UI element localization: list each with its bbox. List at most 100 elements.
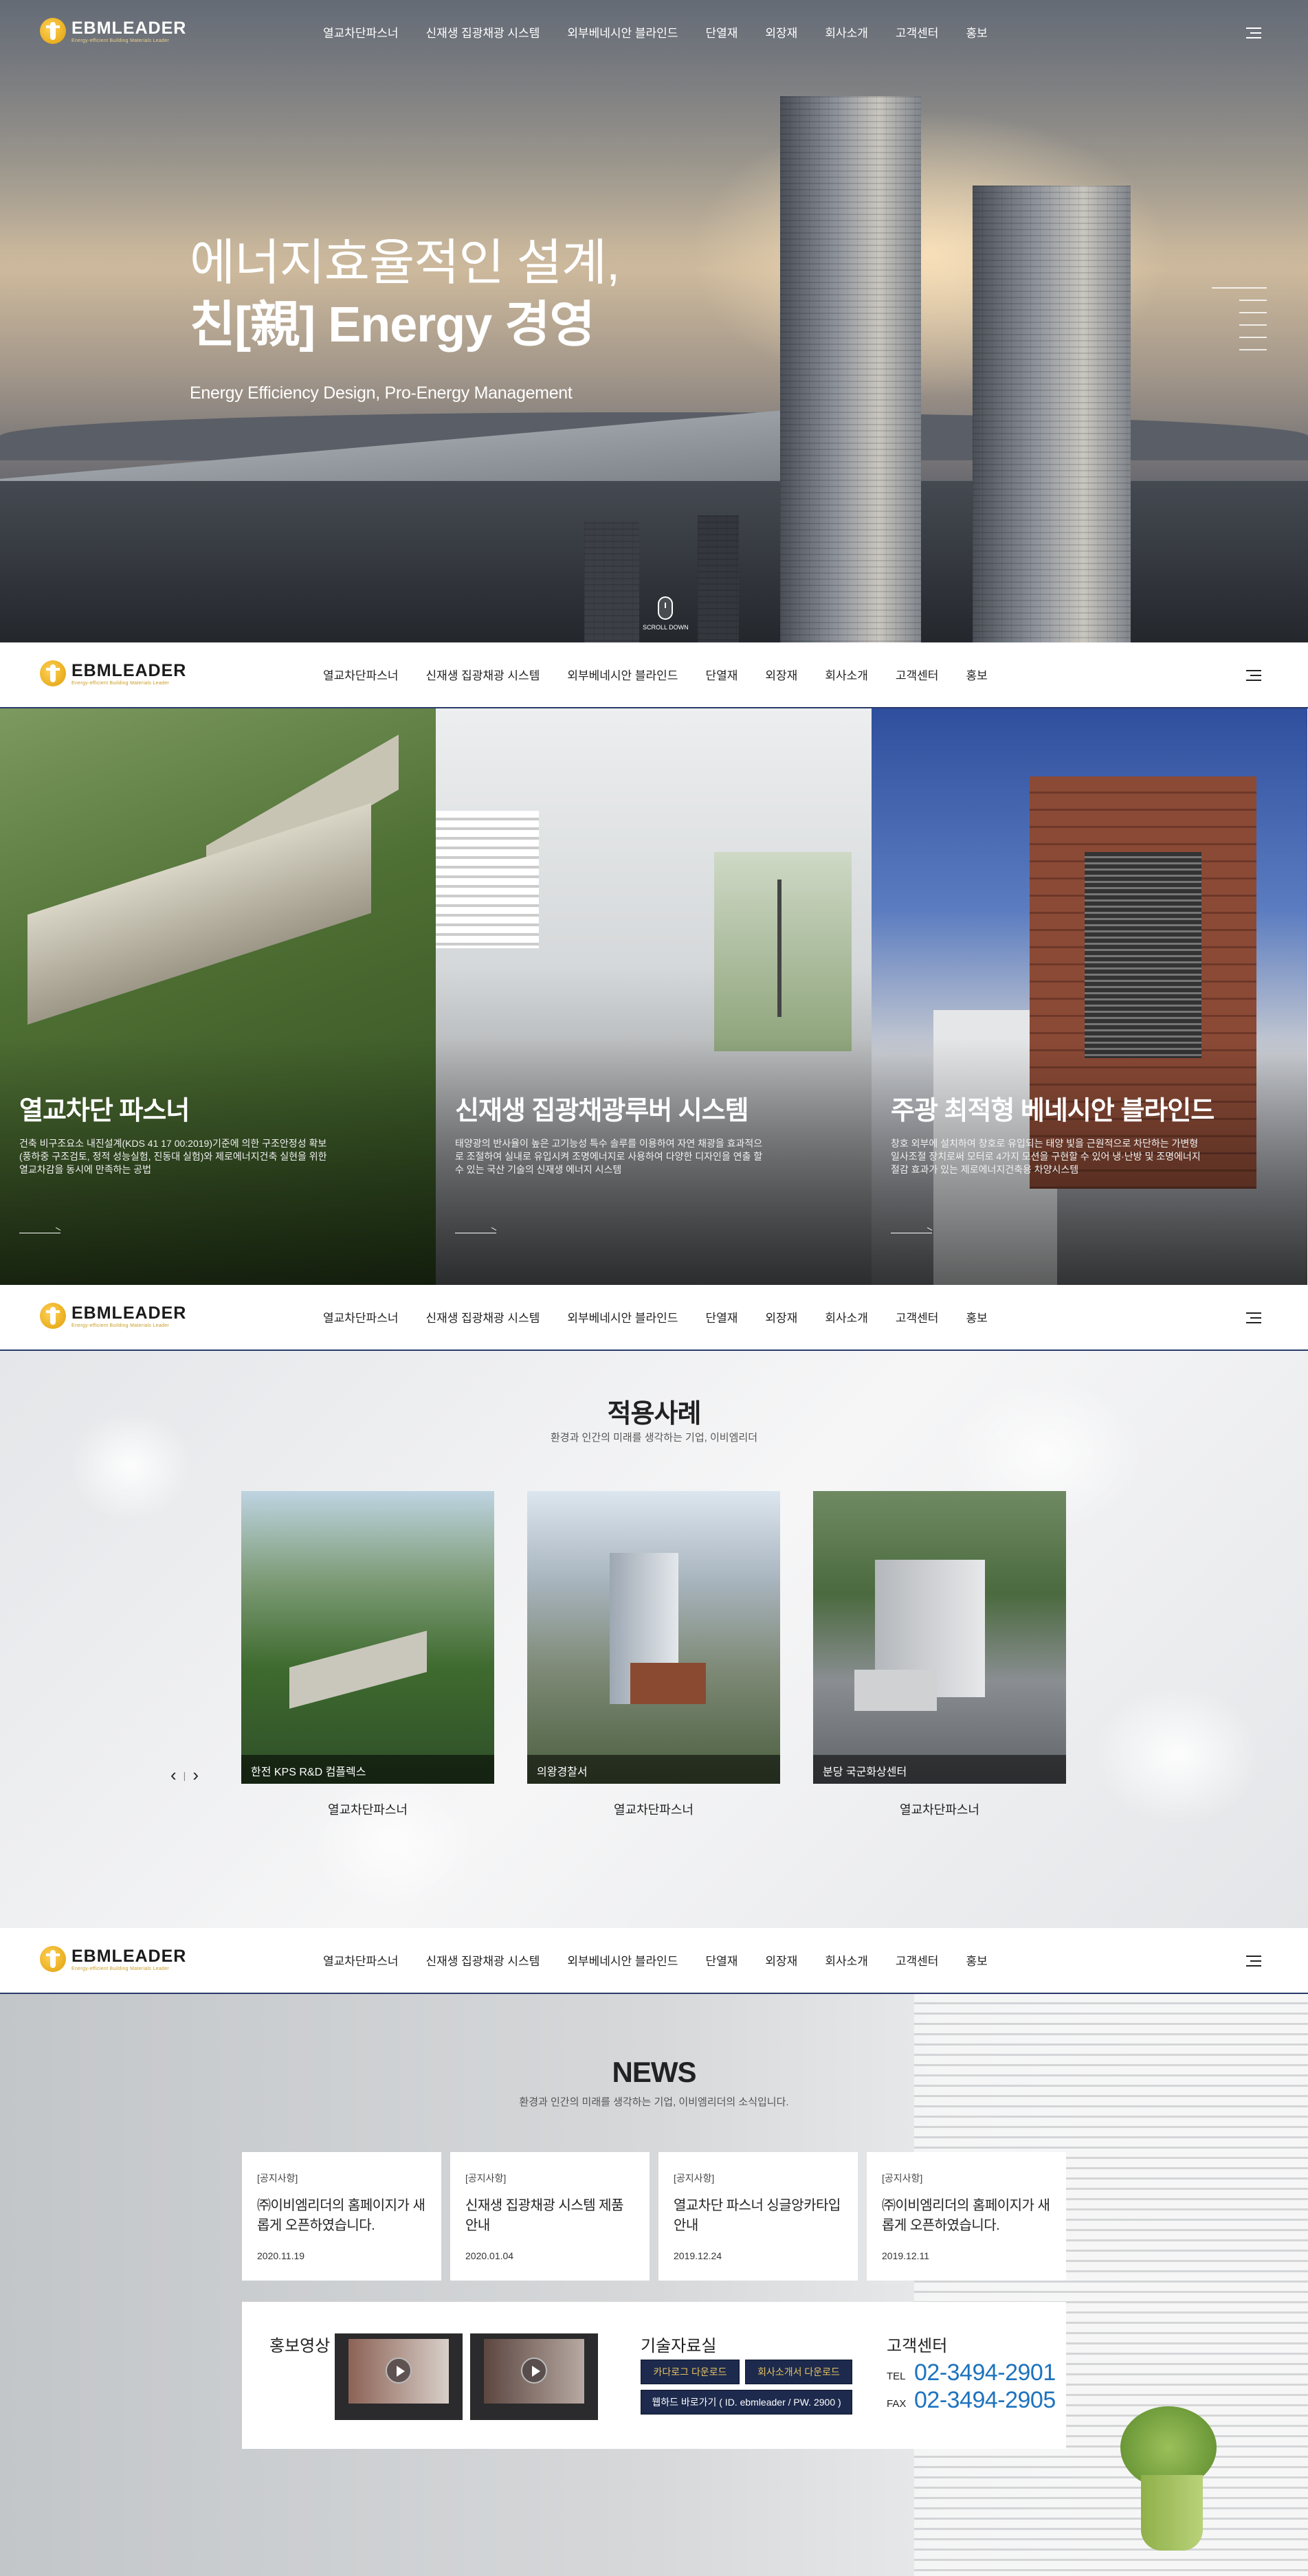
case-image — [527, 1491, 780, 1784]
section-subtitle: 환경과 인간의 미래를 생각하는 기업, 이비엠리더의 소식입니다. — [519, 2096, 789, 2108]
news-card[interactable]: [공지사항] ㈜이비엠리더의 홈페이지가 새롭게 오픈하였습니다. 2020.1… — [242, 2152, 441, 2281]
main-menu: 열교차단파스너 신재생 집광채광 시스템 외부베네시안 블라인드 단열재 외장재… — [323, 1951, 1015, 1969]
case-card[interactable]: 한전 KPS R&D 컴플렉스 열교차단파스너 — [241, 1491, 494, 1817]
news-card[interactable]: [공지사항] 신재생 집광채광 시스템 제품 안내 2020.01.04 — [450, 2152, 650, 2281]
hero-title-line2: 친[親] Energy 경영 — [190, 298, 595, 352]
product-image — [436, 811, 539, 948]
section-title: NEWS — [612, 2056, 697, 2088]
logo-name: EBMLEADER — [71, 661, 187, 680]
main-menu: 열교차단파스너 신재생 집광채광 시스템 외부베네시안 블라인드 단열재 외장재… — [323, 1308, 1015, 1325]
product-title: 주광 최적형 베네시안 블라인드 — [891, 1097, 1215, 1125]
menu-item-fastener[interactable]: 열교차단파스너 — [323, 1951, 398, 1969]
menu-item-venetian-blind[interactable]: 외부베네시안 블라인드 — [567, 1951, 678, 1969]
product-panel-fastener[interactable]: 열교차단 파스너 건축 비구조요소 내진설계(KDS 41 17 00:2019… — [0, 708, 436, 1285]
news-title: 열교차단 파스너 싱글앙카타입안내 — [674, 2198, 841, 2233]
menu-item-venetian-blind[interactable]: 외부베네시안 블라인드 — [567, 1308, 678, 1325]
menu-item-insulation[interactable]: 단열재 — [705, 1951, 738, 1969]
menu-item-exterior[interactable]: 외장재 — [765, 1308, 797, 1325]
company-profile-download-button[interactable]: 회사소개서 다운로드 — [745, 2360, 852, 2384]
menu-item-exterior[interactable]: 외장재 — [765, 666, 797, 683]
menu-item-support[interactable]: 고객센터 — [896, 1951, 939, 1969]
menu-item-pr[interactable]: 홍보 — [966, 1951, 987, 1969]
hero-section: 에너지효율적인 설계, 친[親] Energy 경영 Energy Effici… — [0, 0, 1308, 642]
case-card[interactable]: 의왕경찰서 열교차단파스너 — [527, 1491, 780, 1817]
menu-item-fastener[interactable]: 열교차단파스너 — [323, 666, 398, 683]
scroll-down[interactable]: SCROLL DOWN — [643, 596, 689, 631]
menu-item-exterior[interactable]: 외장재 — [765, 1951, 797, 1969]
news-title: 신재생 집광채광 시스템 제품 안내 — [465, 2198, 623, 2233]
mouse-icon — [658, 596, 674, 620]
fax-label: FAX — [887, 2398, 907, 2410]
arrow-right-icon[interactable] — [19, 1229, 60, 1237]
logo-tagline: Energy-efficient Building Materials Lead… — [71, 681, 170, 686]
logo[interactable]: EBMLEADER Energy-efficient Building Mate… — [40, 18, 186, 44]
menu-item-company[interactable]: 회사소개 — [825, 1951, 868, 1969]
prev-arrow-icon[interactable]: ‹ — [170, 1765, 177, 1786]
menu-icon[interactable] — [1246, 1312, 1261, 1323]
hero-subtitle: Energy Efficiency Design, Pro-Energy Man… — [190, 383, 573, 403]
menu-item-insulation[interactable]: 단열재 — [705, 23, 738, 41]
case-category: 열교차단파스너 — [614, 1803, 694, 1817]
logo[interactable]: EBMLEADER Energy-efficient Building Mate… — [40, 1303, 186, 1329]
logo-name: EBMLEADER — [71, 19, 187, 38]
menu-item-insulation[interactable]: 단열재 — [705, 1308, 738, 1325]
carousel-controls: ‹ | › — [170, 1765, 199, 1786]
sticky-nav: EBMLEADER Energy-efficient Building Mate… — [0, 642, 1308, 708]
sticky-nav: EBMLEADER Energy-efficient Building Mate… — [0, 1928, 1308, 1994]
tel-number[interactable]: 02-3494-2901 — [914, 2360, 1056, 2386]
play-icon — [386, 2357, 412, 2384]
logo-tagline: Energy-efficient Building Materials Lead… — [71, 38, 170, 43]
arrow-right-icon[interactable] — [891, 1229, 932, 1237]
logo-icon — [40, 660, 66, 686]
logo[interactable]: EBMLEADER Energy-efficient Building Mate… — [40, 660, 186, 686]
case-card[interactable]: 분당 국군화상센터 열교차단파스너 — [813, 1491, 1066, 1817]
promo-video-thumb[interactable] — [335, 2333, 463, 2420]
webhard-button[interactable]: 웹하드 바로가기 ( ID. ebmleader / PW. 2900 ) — [641, 2390, 852, 2415]
menu-item-company[interactable]: 회사소개 — [825, 666, 868, 683]
news-category: [공지사항] — [882, 2173, 923, 2184]
product-panel-daylight[interactable]: 신재생 집광채광루버 시스템 태양광의 반사율이 높은 고기능성 특수 솔루를 … — [436, 708, 872, 1285]
main-menu: 열교차단파스너 신재생 집광채광 시스템 외부베네시안 블라인드 단열재 외장재… — [323, 666, 1015, 683]
product-panel-venetian[interactable]: 주광 최적형 베네시안 블라인드 창호 외부에 설치하여 창호로 유입되는 태양… — [872, 708, 1307, 1285]
menu-item-company[interactable]: 회사소개 — [825, 1308, 868, 1325]
play-icon — [521, 2357, 547, 2384]
hero-tower-left — [780, 96, 921, 642]
menu-item-venetian-blind[interactable]: 외부베네시안 블라인드 — [567, 666, 678, 683]
logo[interactable]: EBMLEADER Energy-efficient Building Mate… — [40, 1946, 186, 1972]
menu-item-daylight-system[interactable]: 신재생 집광채광 시스템 — [425, 23, 540, 41]
menu-item-support[interactable]: 고객센터 — [896, 1308, 939, 1325]
menu-icon[interactable] — [1246, 1956, 1261, 1967]
news-card[interactable]: [공지사항] 열교차단 파스너 싱글앙카타입안내 2019.12.24 — [658, 2152, 858, 2281]
menu-item-support[interactable]: 고객센터 — [896, 666, 939, 683]
menu-item-venetian-blind[interactable]: 외부베네시안 블라인드 — [567, 23, 678, 41]
catalog-download-button[interactable]: 카다로그 다운로드 — [641, 2360, 740, 2384]
menu-item-daylight-system[interactable]: 신재생 집광채광 시스템 — [425, 1951, 540, 1969]
menu-item-fastener[interactable]: 열교차단파스너 — [323, 23, 398, 41]
news-date: 2019.12.24 — [674, 2250, 722, 2261]
menu-item-insulation[interactable]: 단열재 — [705, 666, 738, 683]
promo-video-thumb[interactable] — [470, 2333, 598, 2420]
menu-item-pr[interactable]: 홍보 — [966, 1308, 987, 1325]
arrow-right-icon[interactable] — [455, 1229, 496, 1237]
cs-label: 고객센터 — [887, 2337, 948, 2355]
menu-item-pr[interactable]: 홍보 — [966, 23, 987, 41]
menu-item-company[interactable]: 회사소개 — [825, 23, 868, 41]
menu-item-pr[interactable]: 홍보 — [966, 666, 987, 683]
case-image — [241, 1491, 494, 1784]
menu-icon[interactable] — [1246, 27, 1261, 38]
product-desc: 건축 비구조요소 내진설계(KDS 41 17 00:2019)기준에 의한 구… — [19, 1138, 327, 1175]
logo-icon — [40, 1946, 66, 1972]
menu-icon[interactable] — [1246, 670, 1261, 681]
case-label: 한전 KPS R&D 컴플렉스 — [241, 1755, 494, 1784]
product-image — [714, 852, 852, 1051]
tel-label: TEL — [887, 2371, 906, 2382]
menu-item-support[interactable]: 고객센터 — [896, 23, 939, 41]
news-card[interactable]: [공지사항] ㈜이비엠리더의 홈페이지가 새롭게 오픈하였습니다. 2019.1… — [867, 2152, 1066, 2281]
menu-item-exterior[interactable]: 외장재 — [765, 23, 797, 41]
menu-item-daylight-system[interactable]: 신재생 집광채광 시스템 — [425, 666, 540, 683]
menu-item-fastener[interactable]: 열교차단파스너 — [323, 1308, 398, 1325]
slide-indicator[interactable] — [1205, 287, 1267, 353]
next-arrow-icon[interactable]: › — [192, 1765, 199, 1786]
news-category: [공지사항] — [674, 2173, 715, 2184]
menu-item-daylight-system[interactable]: 신재생 집광채광 시스템 — [425, 1308, 540, 1325]
